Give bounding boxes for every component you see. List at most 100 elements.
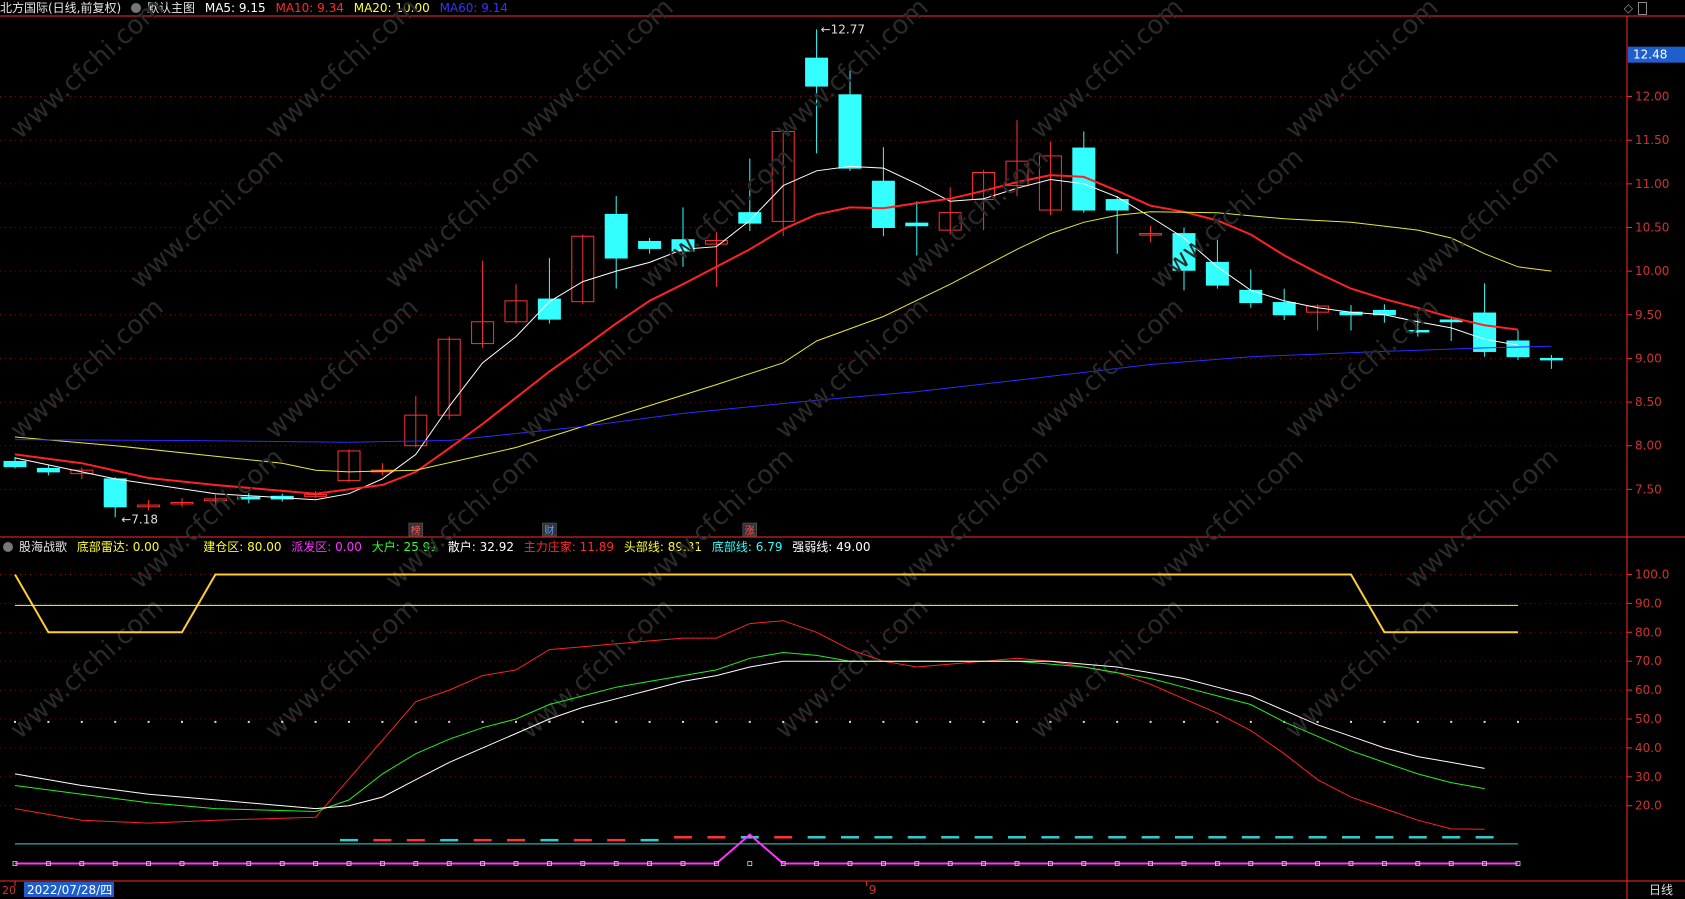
time-label-year: 20 [2, 884, 16, 897]
strength-dot [581, 720, 584, 723]
candle-body [838, 94, 862, 169]
volume-bar [774, 836, 793, 839]
volume-bar [907, 836, 926, 839]
price-tick-label: 8.00 [1635, 439, 1662, 453]
strength-dot [782, 720, 785, 723]
volume-bar [573, 838, 592, 842]
watermark-text: www.cfchi.com [1025, 292, 1190, 445]
strength-dot [748, 720, 751, 723]
strength-dot [1517, 720, 1519, 723]
strength-dot [1183, 720, 1185, 723]
watermark-text: www.cfchi.com [1280, 292, 1445, 445]
strength-dot [1316, 720, 1319, 723]
sub-line-派发区 [15, 833, 1518, 865]
candle-body [1439, 319, 1463, 323]
strength-dot [1149, 720, 1152, 723]
volume-bar [1308, 836, 1327, 839]
candle-body [1539, 357, 1563, 361]
watermark-text: www.cfchi.com [1025, 0, 1190, 145]
volume-bar [540, 838, 559, 842]
strength-dot [515, 720, 517, 723]
strength-dot [1483, 720, 1486, 723]
strength-dot [715, 720, 718, 723]
candle-body [1473, 312, 1497, 352]
event-marker-label: 财 [544, 524, 554, 537]
volume-bar [1074, 836, 1093, 839]
strength-dot [949, 720, 952, 723]
strength-dot [414, 720, 417, 723]
candle-body [871, 180, 895, 228]
volume-bar [473, 838, 492, 842]
candle-body [3, 460, 27, 468]
sub-tick-label: 60.0 [1635, 683, 1662, 697]
candle-body [905, 222, 929, 227]
watermark-text: www.cfchi.com [1280, 0, 1445, 145]
price-tick-label: 11.50 [1635, 133, 1669, 147]
sub-line-大户 [14, 651, 1485, 813]
volume-bar [807, 836, 826, 839]
strength-dot [1350, 720, 1352, 723]
strength-dot [682, 720, 684, 723]
volume-bar [874, 836, 893, 839]
watermark-text: www.cfchi.com [380, 442, 545, 595]
chart-canvas[interactable]: 12.00 11.50 11.00 10.50 10.00 9.50 9.00 8.50 8.0… [0, 0, 1685, 899]
watermark-text: www.cfchi.com [635, 442, 800, 595]
strength-dot [615, 720, 618, 723]
watermark-text: www.cfchi.com [1400, 142, 1565, 295]
watermark-text: www.cfchi.com [770, 592, 935, 745]
volume-bar [674, 836, 692, 839]
chart-window: 北方国际(日线,前复权) 默认主图 MA5: 9.15 MA10: 9.34 M… [0, 0, 1685, 899]
strength-dot [114, 720, 117, 723]
watermark-text: www.cfchi.com [515, 592, 680, 745]
watermark-text: www.cfchi.com [260, 0, 425, 145]
sub-tick-label: 40.0 [1635, 741, 1662, 755]
strength-dot [1082, 720, 1085, 723]
volume-bar [1375, 836, 1394, 839]
volume-bar [607, 838, 626, 842]
watermark-text: www.cfchi.com [5, 592, 170, 745]
watermark-text: www.cfchi.com [1025, 592, 1190, 745]
candle-body [1506, 340, 1530, 358]
strength-dot [381, 720, 384, 723]
volume-bar [1175, 836, 1193, 839]
min-price-label: ←7.18 [121, 512, 158, 526]
candle-body [1239, 289, 1263, 304]
strength-dot [1216, 720, 1219, 723]
volume-bar [340, 838, 358, 842]
strength-dot [815, 720, 818, 723]
volume-bar [1408, 836, 1427, 839]
watermark-text: www.cfchi.com [125, 142, 290, 295]
strength-dot [1450, 720, 1453, 723]
strength-dot [214, 720, 217, 723]
watermark-text: www.cfchi.com [515, 0, 680, 145]
strength-dot [314, 720, 317, 723]
watermark-text: www.cfchi.com [260, 592, 425, 745]
watermark-text: www.cfchi.com [5, 292, 170, 445]
volume-bar [1108, 836, 1127, 839]
strength-dot [648, 720, 651, 723]
strength-dot [14, 720, 16, 723]
watermark-text: www.cfchi.com [890, 442, 1055, 595]
strength-dot [281, 720, 284, 723]
candle-body [638, 240, 662, 249]
strength-dot [47, 720, 50, 723]
sub-tick-label: 70.0 [1635, 654, 1662, 668]
watermark-text: www.cfchi.com [5, 0, 170, 145]
price-tick-label: 8.50 [1635, 395, 1662, 409]
event-marker-label: 涨 [745, 525, 755, 537]
volume-bar [440, 838, 459, 842]
price-tick-label: 10.50 [1635, 220, 1669, 234]
sub-tick-label: 80.0 [1635, 625, 1662, 639]
strength-dot [1116, 720, 1119, 723]
volume-bar [507, 838, 525, 842]
sub-tick-label: 100.0 [1635, 567, 1669, 581]
volume-bar [1208, 836, 1227, 839]
strength-dot [181, 720, 183, 723]
strength-dot [882, 720, 885, 723]
price-tick-label: 12.00 [1635, 90, 1669, 104]
volume-bar [941, 836, 960, 839]
candle-body [1205, 261, 1229, 286]
strength-dot [1016, 720, 1018, 723]
strength-dot [448, 720, 451, 723]
volume-bar [1442, 836, 1461, 839]
